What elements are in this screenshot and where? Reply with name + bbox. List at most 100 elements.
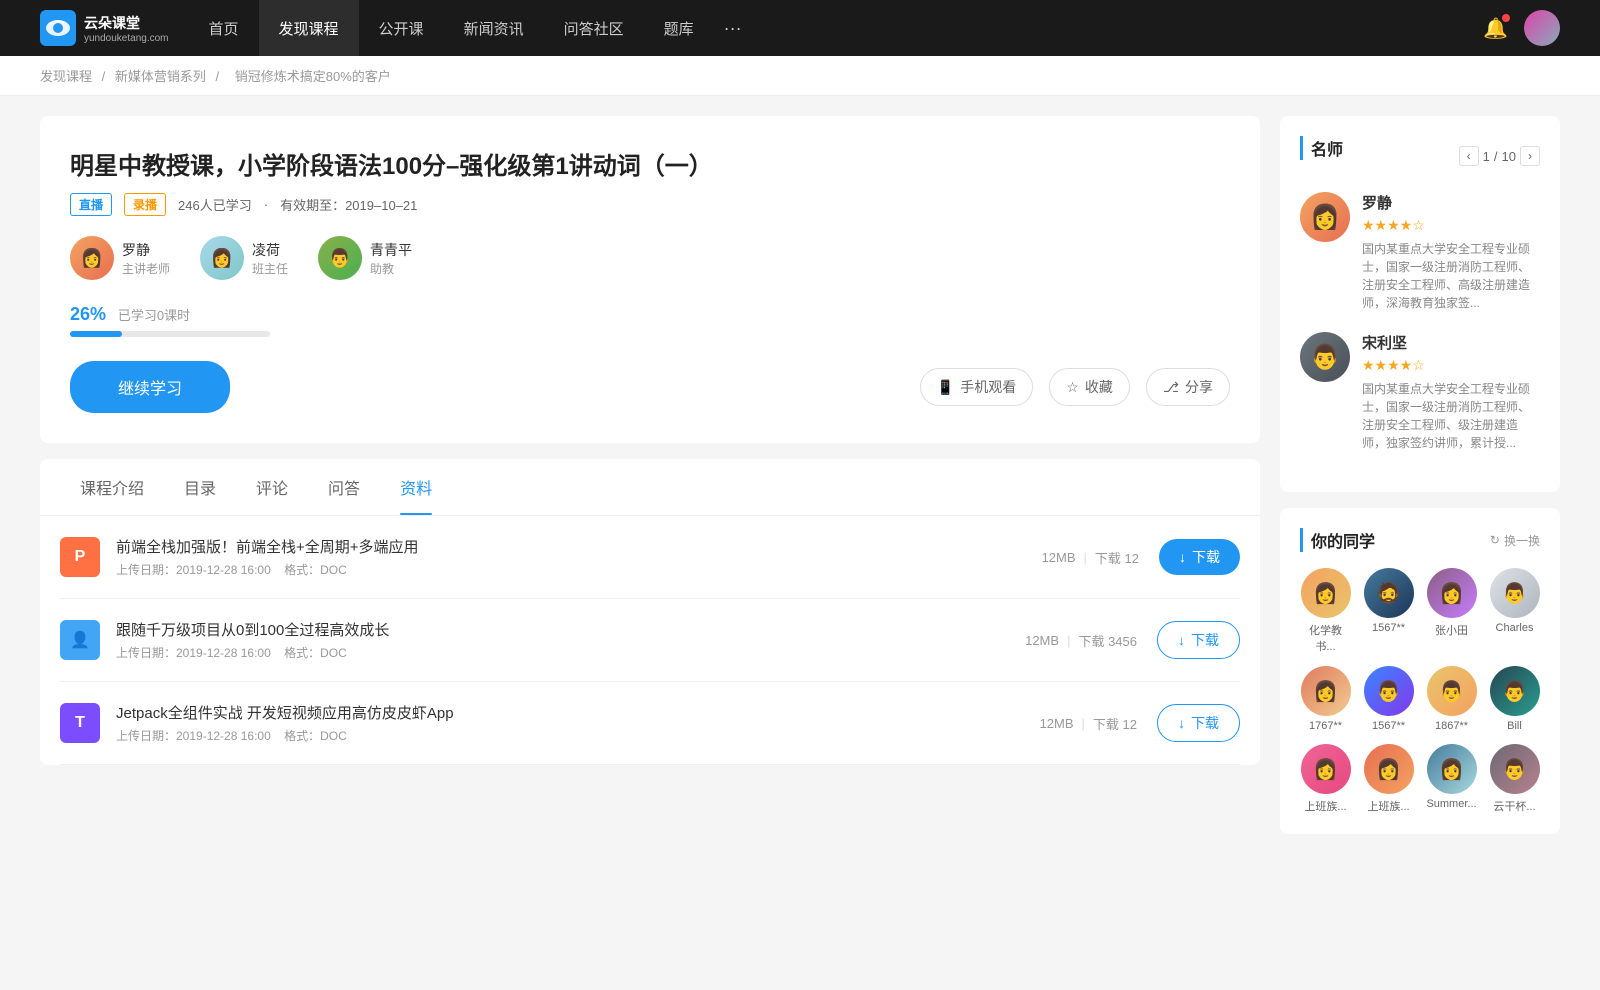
nav-more[interactable]: ··· (714, 18, 752, 39)
nav-discover[interactable]: 发现课程 (259, 0, 359, 56)
tab-intro[interactable]: 课程介绍 (60, 459, 164, 515)
classmate-5-avatar: 👩 (1301, 666, 1351, 716)
nav-qa[interactable]: 问答社区 (544, 0, 644, 56)
famous-teacher-2-info: 宋利坚 ★★★★☆ 国内某重点大学安全工程专业硕士，国家一级注册消防工程师、注册… (1362, 332, 1540, 452)
user-avatar[interactable] (1524, 10, 1560, 46)
right-column: 名师 ‹ 1 / 10 › 👩 罗静 ★★★★☆ 国内某重点大学安全工程专业硕士… (1280, 116, 1560, 850)
classmate-2-avatar: 🧔 (1364, 568, 1414, 618)
famous-teachers-title: 名师 (1300, 136, 1343, 160)
resource-3-download-button[interactable]: ↓ 下载 (1157, 704, 1240, 742)
classmate-6: 👨 1567** (1363, 666, 1414, 732)
refresh-label: 换一换 (1504, 532, 1540, 549)
classmate-2-name: 1567** (1372, 622, 1405, 634)
teacher-3-avatar: 👨 (318, 236, 362, 280)
classmate-9-name: 上班族... (1304, 798, 1346, 814)
progress-section: 26% 已学习0课时 (70, 304, 1230, 337)
breadcrumb-series[interactable]: 新媒体营销系列 (115, 69, 206, 84)
teacher-1-name: 罗静 (122, 240, 170, 260)
teacher-2-info: 凌荷 班主任 (252, 240, 288, 277)
mobile-icon: 📱 (937, 379, 954, 396)
collect-button[interactable]: ☆ 收藏 (1049, 368, 1130, 406)
resource-1-title: 前端全栈加强版！前端全栈+全周期+多端应用 (116, 536, 1042, 557)
mobile-watch-button[interactable]: 📱 手机观看 (920, 368, 1033, 406)
famous-teacher-2: 👨 宋利坚 ★★★★☆ 国内某重点大学安全工程专业硕士，国家一级注册消防工程师、… (1300, 332, 1540, 452)
teacher-2-name: 凌荷 (252, 240, 288, 260)
classmate-9: 👩 上班族... (1300, 744, 1351, 814)
resource-3-size: 12MB (1040, 716, 1074, 731)
resource-2-size: 12MB (1025, 633, 1059, 648)
classmate-10-name: 上班族... (1367, 798, 1409, 814)
progress-label: 26% (70, 304, 106, 324)
star-icon: ☆ (1066, 379, 1079, 396)
tab-catalog[interactable]: 目录 (164, 459, 236, 515)
classmate-1: 👩 化学教书... (1300, 568, 1351, 654)
share-button[interactable]: ⎇ 分享 (1146, 368, 1230, 406)
classmate-12: 👨 云干杯... (1489, 744, 1540, 814)
nav-home[interactable]: 首页 (189, 0, 259, 56)
prev-page-button[interactable]: ‹ (1459, 146, 1479, 166)
resource-1-download-button[interactable]: ↓ 下载 (1159, 539, 1240, 575)
famous-teacher-1-stars: ★★★★☆ (1362, 217, 1540, 234)
resource-2-download-button[interactable]: ↓ 下载 (1157, 621, 1240, 659)
classmate-1-name: 化学教书... (1300, 622, 1351, 654)
teacher-pagination: ‹ 1 / 10 › (1459, 146, 1540, 166)
badge-live: 直播 (70, 193, 112, 216)
classmate-4-avatar: 👨 (1490, 568, 1540, 618)
resource-2-icon: 👤 (60, 620, 100, 660)
left-column: 明星中教授课，小学阶段语法100分–强化级第1讲动词（一） 直播 录播 246人… (40, 116, 1260, 850)
classmate-3: 👩 张小田 (1426, 568, 1477, 654)
nav-news[interactable]: 新闻资讯 (444, 0, 544, 56)
nav-items: 首页 发现课程 公开课 新闻资讯 问答社区 题库 ··· (189, 0, 1484, 56)
teacher-2: 👩 凌荷 班主任 (200, 236, 288, 280)
action-buttons: 📱 手机观看 ☆ 收藏 ⎇ 分享 (920, 368, 1230, 406)
resource-2-meta: 上传日期：2019-12-28 16:00 格式：DOC (116, 644, 1025, 661)
progress-sub: 已学习0课时 (118, 308, 190, 323)
next-page-button[interactable]: › (1520, 146, 1540, 166)
course-meta: 直播 录播 246人已学习 · 有效期至：2019–10–21 (70, 193, 1230, 216)
classmate-12-name: 云干杯... (1493, 798, 1535, 814)
teacher-3-name: 青青平 (370, 240, 412, 260)
famous-teacher-1-info: 罗静 ★★★★☆ 国内某重点大学安全工程专业硕士，国家一级注册消防工程师、注册安… (1362, 192, 1540, 312)
progress-bar-fill (70, 331, 122, 337)
resource-3-info: Jetpack全组件实战 开发短视频应用高仿皮皮虾App 上传日期：2019-1… (116, 702, 1040, 744)
tab-qa[interactable]: 问答 (308, 459, 380, 515)
nav-right: 🔔 (1483, 10, 1560, 46)
classmate-9-avatar: 👩 (1301, 744, 1351, 794)
classmate-6-avatar: 👨 (1364, 666, 1414, 716)
breadcrumb-discover[interactable]: 发现课程 (40, 69, 92, 84)
download-icon: ↓ (1178, 715, 1185, 731)
continue-learning-button[interactable]: 继续学习 (70, 361, 230, 413)
resource-2-info: 跟随千万级项目从0到100全过程高效成长 上传日期：2019-12-28 16:… (116, 619, 1025, 661)
resource-3-title: Jetpack全组件实战 开发短视频应用高仿皮皮虾App (116, 702, 1040, 723)
download-icon: ↓ (1178, 632, 1185, 648)
course-students: 246人已学习 (178, 195, 252, 214)
classmate-7-avatar: 👨 (1427, 666, 1477, 716)
teacher-1: 👩 罗静 主讲老师 (70, 236, 170, 280)
mobile-watch-label: 手机观看 (960, 377, 1016, 397)
classmates-card: 你的同学 ↻ 换一换 👩 化学教书... 🧔 1567** (1280, 508, 1560, 834)
resource-1-size: 12MB (1042, 550, 1076, 565)
nav-quiz[interactable]: 题库 (644, 0, 714, 56)
course-valid-date: 有效期至：2019–10–21 (280, 195, 417, 214)
logo-icon (40, 10, 76, 46)
classmate-3-avatar: 👩 (1427, 568, 1477, 618)
refresh-classmates-button[interactable]: ↻ 换一换 (1490, 532, 1540, 549)
tab-review[interactable]: 评论 (236, 459, 308, 515)
resource-3-stats: 12MB | 下载 12 (1040, 714, 1137, 733)
classmate-7-name: 1867** (1435, 720, 1468, 732)
logo[interactable]: 云朵课堂 yundouketang.com (40, 10, 169, 46)
resource-1-meta: 上传日期：2019-12-28 16:00 格式：DOC (116, 561, 1042, 578)
resource-3-icon: T (60, 703, 100, 743)
resource-item-1: P 前端全栈加强版！前端全栈+全周期+多端应用 上传日期：2019-12-28 … (60, 516, 1240, 599)
classmates-title: 你的同学 (1300, 528, 1375, 552)
navbar: 云朵课堂 yundouketang.com 首页 发现课程 公开课 新闻资讯 问… (0, 0, 1600, 56)
bell-icon[interactable]: 🔔 (1483, 16, 1508, 41)
teacher-2-avatar: 👩 (200, 236, 244, 280)
classmate-1-avatar: 👩 (1301, 568, 1351, 618)
tab-resources[interactable]: 资料 (380, 459, 452, 515)
classmate-8-name: Bill (1507, 720, 1522, 732)
classmate-2: 🧔 1567** (1363, 568, 1414, 654)
course-actions: 继续学习 📱 手机观看 ☆ 收藏 ⎇ 分享 (70, 361, 1230, 413)
page-total: 10 (1502, 149, 1516, 164)
nav-public[interactable]: 公开课 (359, 0, 444, 56)
